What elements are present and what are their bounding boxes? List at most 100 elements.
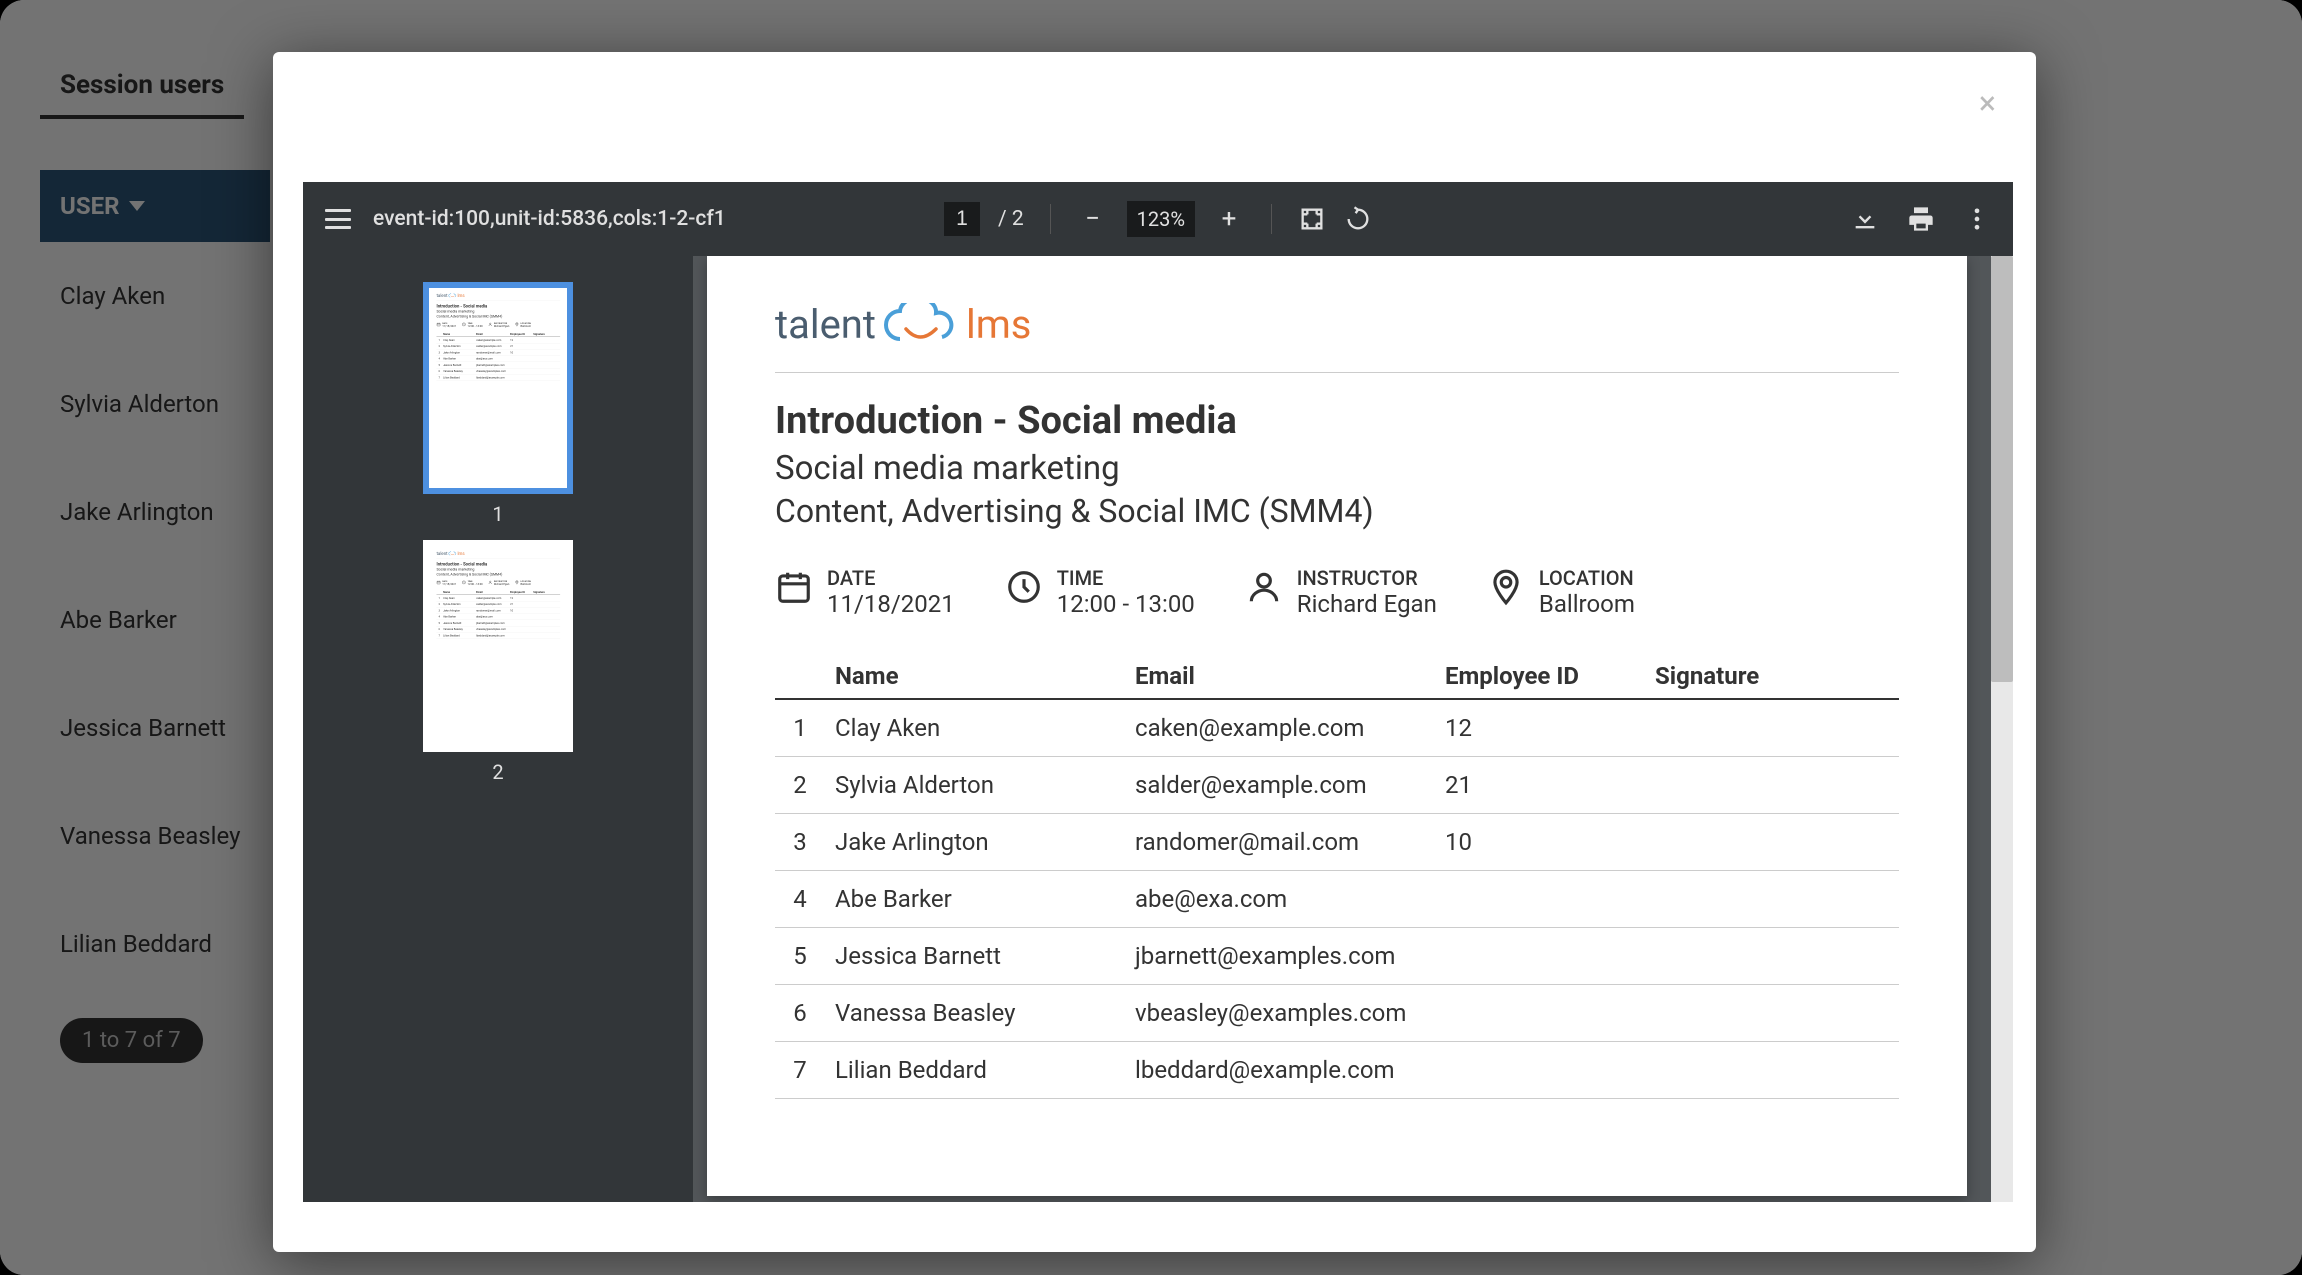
col-header-employee-id: Employee ID: [1435, 654, 1645, 699]
zoom-in-button[interactable]: +: [1213, 203, 1245, 235]
logo-text-talent: talent: [436, 293, 447, 298]
cloud-smile-icon: [882, 303, 960, 347]
document-title: Introduction - Social media: [436, 562, 560, 567]
info-location: LOCATION Ballroom: [515, 322, 531, 328]
location-icon: [515, 322, 519, 326]
page-thumbnail-1[interactable]: talent lms Introduction - Social mediaSo…: [423, 282, 573, 494]
info-value: 11/18/2021: [442, 325, 456, 328]
cell-num: 2: [775, 757, 825, 814]
table-row: 7 Lilian Beddard lbeddard@example.com: [775, 1042, 1899, 1099]
table-row: 5 Jessica Barnett jbarnett@examples.com: [775, 928, 1899, 985]
info-value: 11/18/2021: [827, 590, 955, 618]
info-row: DATE 11/18/2021 TIME 12:00 - 13:00 INSTR…: [436, 580, 560, 586]
document-subtitle-2: Content, Advertising & Social IMC (SMM4): [775, 492, 1899, 530]
info-label: TIME: [1057, 566, 1195, 590]
thumbnail-label: 2: [492, 760, 503, 784]
cell-num: 7: [775, 1042, 825, 1099]
cell-employee-id: [1435, 1042, 1645, 1099]
cell-name: Jake Arlington: [825, 814, 1125, 871]
info-value: Ballroom: [521, 325, 532, 328]
scrollbar[interactable]: [1991, 256, 2013, 1202]
print-icon[interactable]: [1907, 205, 1935, 233]
cell-name: Sylvia Alderton: [825, 757, 1125, 814]
info-value: Ballroom: [1539, 590, 1635, 618]
info-label: INSTRUCTOR: [1297, 566, 1437, 590]
pdf-page-1: talent lms Introduction - Social mediaSo…: [707, 256, 1967, 1196]
cell-email: abe@exa.com: [1125, 871, 1435, 928]
cell-signature: [1645, 699, 1899, 757]
cell-email: caken@example.com: [1125, 699, 1435, 757]
pdf-toolbar: event-id:100,unit-id:5836,cols:1-2-cf1 /…: [303, 182, 2013, 256]
logo-text-lms: lms: [457, 293, 464, 298]
logo: talent lms: [436, 293, 560, 298]
cell-employee-id: [1435, 928, 1645, 985]
more-options-icon[interactable]: [1963, 205, 1991, 233]
cell-signature: [532, 632, 560, 638]
thumbnail-wrapper: talent lms Introduction - Social mediaSo…: [423, 282, 573, 526]
cell-num: 5: [775, 928, 825, 985]
cloud-smile-icon: [448, 293, 457, 298]
scrollbar-thumb[interactable]: [1991, 256, 2013, 682]
page-number-input[interactable]: [944, 202, 980, 236]
clock-icon: [462, 580, 466, 584]
calendar-icon: [775, 568, 813, 606]
logo-text-talent: talent: [775, 301, 876, 348]
info-value: 12:00 - 13:00: [467, 583, 482, 586]
info-row: DATE 11/18/2021 TIME 12:00 - 13:00 INSTR…: [775, 566, 1899, 618]
info-value: Richard Egan: [1297, 590, 1437, 618]
cell-email: salder@example.com: [1125, 757, 1435, 814]
cell-employee-id: [509, 632, 532, 638]
page-thumbnail-2[interactable]: talent lms Introduction - Social mediaSo…: [423, 540, 573, 752]
info-label: LOCATION: [1539, 566, 1635, 590]
person-icon: [488, 322, 492, 326]
logo-text-lms: lms: [966, 301, 1031, 348]
cell-email: lbeddard@example.com: [475, 374, 509, 380]
cell-name: Clay Aken: [825, 699, 1125, 757]
col-header-name: Name: [825, 654, 1125, 699]
cell-num: 6: [775, 985, 825, 1042]
info-value: Ballroom: [521, 583, 532, 586]
cell-signature: [1645, 1042, 1899, 1099]
menu-icon[interactable]: [325, 209, 351, 229]
info-value: Richard Egan: [494, 583, 509, 586]
logo: talent lms: [436, 551, 560, 556]
info-value: 12:00 - 13:00: [1057, 590, 1195, 618]
calendar-icon: [436, 580, 440, 584]
clock-icon: [1005, 568, 1043, 606]
cell-employee-id: [509, 374, 532, 380]
info-date: DATE 11/18/2021: [436, 322, 456, 328]
logo-text-lms: lms: [457, 551, 464, 556]
cell-signature: [1645, 757, 1899, 814]
thumbnail-wrapper: talent lms Introduction - Social mediaSo…: [423, 540, 573, 784]
col-header-email: Email: [1125, 654, 1435, 699]
close-button[interactable]: ×: [1979, 84, 1996, 122]
table-row: 6 Vanessa Beasley vbeasley@examples.com: [775, 985, 1899, 1042]
clock-icon: [462, 322, 466, 326]
info-time: TIME 12:00 - 13:00: [462, 580, 483, 586]
zoom-out-button[interactable]: −: [1077, 203, 1109, 235]
person-icon: [1245, 568, 1283, 606]
cell-name: Lilian Beddard: [825, 1042, 1125, 1099]
info-instructor: INSTRUCTOR Richard Egan: [1245, 566, 1437, 618]
cell-employee-id: 12: [1435, 699, 1645, 757]
cell-employee-id: 10: [1435, 814, 1645, 871]
download-icon[interactable]: [1851, 205, 1879, 233]
person-icon: [488, 580, 492, 584]
attendance-table: Name Email Employee ID Signature 1 Clay …: [436, 332, 560, 381]
toolbar-divider: [1271, 204, 1272, 234]
zoom-level-display[interactable]: 123%: [1127, 201, 1195, 237]
table-row: 2 Sylvia Alderton salder@example.com 21: [775, 757, 1899, 814]
info-location: LOCATION Ballroom: [1487, 566, 1635, 618]
cell-signature: [1645, 814, 1899, 871]
cell-name: Abe Barker: [825, 871, 1125, 928]
info-label: DATE: [827, 566, 955, 590]
cell-employee-id: [1435, 985, 1645, 1042]
pdf-main-view[interactable]: talent lms Introduction - Social mediaSo…: [693, 256, 2013, 1202]
rotate-icon[interactable]: [1344, 205, 1372, 233]
fit-to-page-icon[interactable]: [1298, 205, 1326, 233]
cell-email: lbeddard@example.com: [475, 632, 509, 638]
cell-email: randomer@mail.com: [1125, 814, 1435, 871]
pdf-thumbnail-sidebar: talent lms Introduction - Social mediaSo…: [303, 256, 693, 1202]
info-date: DATE 11/18/2021: [436, 580, 456, 586]
table-row: 4 Abe Barker abe@exa.com: [775, 871, 1899, 928]
